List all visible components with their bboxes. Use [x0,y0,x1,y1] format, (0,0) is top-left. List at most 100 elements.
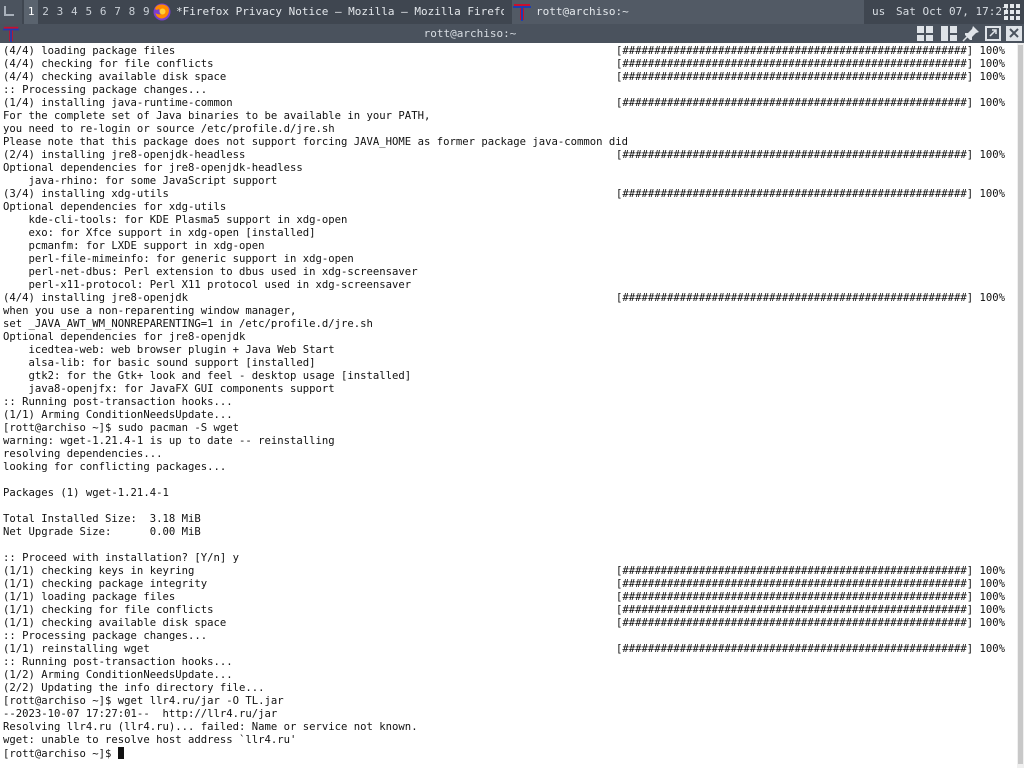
terminal-line-text: (1/1) reinstalling wget [3,643,150,655]
progress-bar-text: [#######################################… [616,565,1006,577]
desktop-3[interactable]: 3 [53,0,67,24]
clock[interactable]: Sat Oct 07, 17:27 [896,0,1009,24]
terminal-line-text: alsa-lib: for basic sound support [insta… [3,357,316,369]
terminal-line: java8-openjfx: for JavaFX GUI components… [3,383,1015,396]
terminal-line-text: (1/2) Arming ConditionNeedsUpdate... [3,669,233,681]
tile-icon[interactable] [916,25,934,42]
terminal-prompt: [rott@archiso ~]$ [3,748,118,760]
terminal-line-text: Optional dependencies for xdg-utils [3,201,227,213]
progress-bar-text: [#######################################… [616,617,1006,629]
terminal-line: (1/1) reinstalling wget [################… [3,643,1015,656]
terminal-line-text: [rott@archiso ~]$ wget llr4.ru/jar -O TL… [3,695,284,707]
terminal-line: (4/4) installing jre8-openjdk [##########… [3,292,1015,305]
terminal-line-text: Optional dependencies for jre8-openjdk-h… [3,162,303,174]
terminal-line-text: (1/1) checking for file conflicts [3,604,214,616]
progress-bar-text: [#######################################… [616,97,1006,109]
terminal-line: :: Processing package changes... [3,84,1015,97]
terminal-line: :: Running post-transaction hooks... [3,656,1015,669]
terminal-line-text: (1/1) checking package integrity [3,578,208,590]
pin-icon[interactable] [962,25,980,42]
terminal-line-text: :: Running post-transaction hooks... [3,396,233,408]
desktop-4[interactable]: 4 [67,0,81,24]
terminal-line: perl-x11-protocol: Perl X11 protocol use… [3,279,1015,292]
terminal-line: (1/1) checking available disk space [####… [3,617,1015,630]
terminal-line: Resolving llr4.ru (llr4.ru)... failed: N… [3,721,1015,734]
terminal-line-text: warning: wget-1.21.4-1 is up to date -- … [3,435,335,447]
desktop-6[interactable]: 6 [96,0,110,24]
progress-bar-text: [#######################################… [616,45,1006,57]
terminal-line: (1/2) Arming ConditionNeedsUpdate... [3,669,1015,682]
terminal-line: looking for conflicting packages... [3,461,1015,474]
terminal-line: java-rhino: for some JavaScript support [3,175,1015,188]
firefox-icon [153,3,171,21]
terminal-line: alsa-lib: for basic sound support [insta… [3,357,1015,370]
app-menu-button[interactable] [0,0,22,24]
terminal-line-text: (1/1) loading package files [3,591,176,603]
terminal-line: [rott@archiso ~]$ sudo pacman -S wget [3,422,1015,435]
terminal-line: (2/2) Updating the info directory file..… [3,682,1015,695]
terminal-line-text: (2/2) Updating the info directory file..… [3,682,265,694]
terminal-line: Optional dependencies for xdg-utils [3,201,1015,214]
terminal-line: Optional dependencies for jre8-openjdk-h… [3,162,1015,175]
terminal-line-text: (1/1) checking keys in keyring [3,565,195,577]
window-title: rott@archiso:~ [423,27,517,40]
progress-bar-text: [#######################################… [616,591,1006,603]
terminal-line: (1/1) checking keys in keyring [#########… [3,565,1015,578]
desktop-8[interactable]: 8 [125,0,139,24]
terminal-line: Packages (1) wget-1.21.4-1 [3,487,1015,500]
terminal-area[interactable]: (4/4) loading package files [############… [0,43,1024,768]
split-icon[interactable] [940,25,958,42]
terminal-line-text: Resolving llr4.ru (llr4.ru)... failed: N… [3,721,418,733]
terminal-line-text: (4/4) loading package files [3,45,176,57]
desktop-5[interactable]: 5 [82,0,96,24]
terminal-line-text: set _JAVA_AWT_WM_NONREPARENTING=1 in /et… [3,318,373,330]
terminal-line-text: java8-openjfx: for JavaFX GUI components… [3,383,335,395]
terminal-prompt-line[interactable]: [rott@archiso ~]$ [3,747,1015,760]
terminal-line-text: kde-cli-tools: for KDE Plasma5 support i… [3,214,348,226]
desktop-switcher: 123456789 [24,0,154,24]
terminal-line-text: Please note that this package does not s… [3,136,629,148]
terminal-line: [rott@archiso ~]$ wget llr4.ru/jar -O TL… [3,695,1015,708]
terminal-icon [513,4,531,21]
keyboard-layout-indicator[interactable]: us [872,0,885,24]
terminal-line: Total Installed Size: 3.18 MiB [3,513,1015,526]
terminal-line: For the complete set of Java binaries to… [3,110,1015,123]
desktop-7[interactable]: 7 [110,0,124,24]
terminal-line: pcmanfm: for LXDE support in xdg-open [3,240,1015,253]
terminal-line: warning: wget-1.21.4-1 is up to date -- … [3,435,1015,448]
progress-bar-text: [#######################################… [616,643,1006,655]
terminal-line-text: :: Running post-transaction hooks... [3,656,233,668]
terminal-line-text: (2/4) installing jre8-openjdk-headless [3,149,246,161]
task-terminal[interactable]: rott@archiso:~ [512,0,864,24]
task-firefox[interactable]: *Firefox Privacy Notice — Mozilla — Mozi… [152,0,504,24]
terminal-line-text: (1/1) checking available disk space [3,617,227,629]
scrollbar-thumb[interactable] [1018,45,1023,764]
task-terminal-label: rott@archiso:~ [536,5,629,18]
terminal-line: Net Upgrade Size: 0.00 MiB [3,526,1015,539]
terminal-line: Please note that this package does not s… [3,136,1015,149]
terminal-line-text: For the complete set of Java binaries to… [3,110,431,122]
maximize-icon[interactable] [984,25,1002,42]
terminal-line: kde-cli-tools: for KDE Plasma5 support i… [3,214,1015,227]
terminal-line-text: (4/4) checking for file conflicts [3,58,214,70]
terminal-line-text: Net Upgrade Size: 0.00 MiB [3,526,201,538]
progress-bar-text: [#######################################… [616,578,1006,590]
terminal-line: (4/4) checking available disk space [####… [3,71,1015,84]
terminal-line-text: java-rhino: for some JavaScript support [3,175,278,187]
window-titlebar[interactable]: rott@archiso:~ [0,24,1024,43]
close-icon[interactable] [1005,25,1023,42]
terminal-line: when you use a non-reparenting window ma… [3,305,1015,318]
desktop-2[interactable]: 2 [38,0,52,24]
progress-bar-text: [#######################################… [616,149,1006,161]
terminal-line-text: (1/4) installing java-runtime-common [3,97,233,109]
terminal-line: :: Proceed with installation? [Y/n] y [3,552,1015,565]
desktop-1[interactable]: 1 [24,0,39,24]
terminal-line: you need to re-login or source /etc/prof… [3,123,1015,136]
terminal-line-text: when you use a non-reparenting window ma… [3,305,297,317]
terminal-line: exo: for Xfce support in xdg-open [insta… [3,227,1015,240]
terminal-line-text: perl-file-mimeinfo: for generic support … [3,253,354,265]
terminal-scrollbar[interactable] [1017,43,1024,768]
app-grid-icon[interactable] [1003,3,1021,21]
terminal-line: perl-file-mimeinfo: for generic support … [3,253,1015,266]
